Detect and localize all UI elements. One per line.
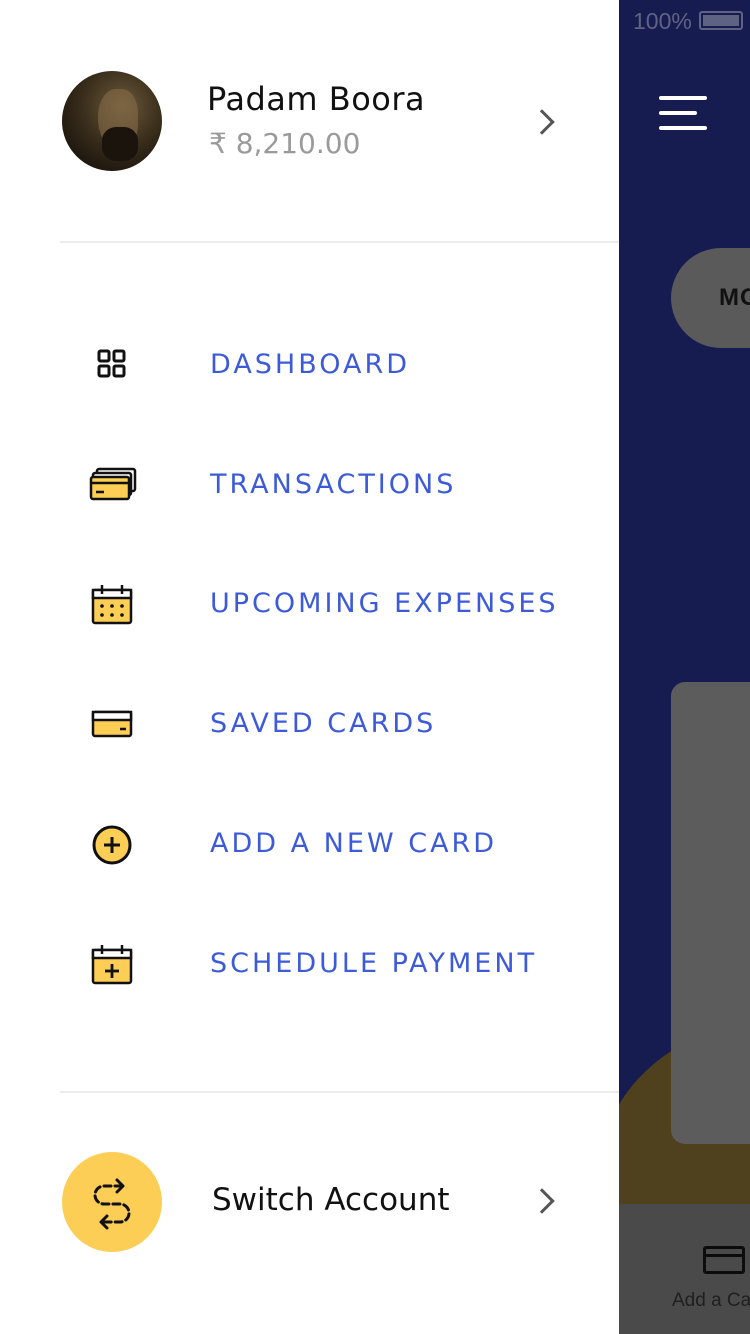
menu-item-transactions[interactable]: TRANSACTIONS (0, 436, 619, 536)
calendar-plus-icon (91, 945, 133, 985)
background-pill-label: MO (719, 284, 750, 311)
profile-header[interactable]: Padam Boora ₹ 8,210.00 (0, 40, 619, 200)
card-icon (703, 1246, 745, 1274)
menu-item-dashboard[interactable]: DASHBOARD (0, 316, 619, 416)
profile-name: Padam Boora (207, 80, 426, 118)
cards-stack-icon (89, 467, 137, 501)
menu-label-schedule-payment: SCHEDULE PAYMENT (210, 948, 538, 979)
menu-item-schedule-payment[interactable]: SCHEDULE PAYMENT (0, 915, 619, 1015)
plus-circle-icon (92, 825, 132, 865)
menu-label-saved-cards: SAVED CARDS (210, 708, 437, 739)
chevron-right-icon (529, 1188, 555, 1214)
battery-percent: 100% (633, 8, 692, 34)
menu-label-upcoming-expenses: UPCOMING EXPENSES (210, 588, 559, 619)
background-pill-button: MO (671, 248, 750, 348)
chevron-right-icon (529, 109, 555, 135)
avatar (62, 71, 162, 171)
menu-label-add-new-card: ADD A NEW CARD (210, 828, 498, 859)
menu-item-upcoming-expenses[interactable]: UPCOMING EXPENSES (0, 555, 619, 655)
calendar-icon (91, 585, 133, 625)
background-card (671, 682, 750, 1144)
dashboard-grid-icon (97, 349, 126, 378)
menu-item-add-new-card[interactable]: ADD A NEW CARD (0, 795, 619, 895)
credit-card-icon (91, 710, 133, 738)
divider (60, 1091, 619, 1093)
background-bottom-bar: Add a Ca (619, 1204, 750, 1334)
switch-account-button[interactable]: Switch Account (0, 1150, 619, 1254)
profile-balance: ₹ 8,210.00 (209, 127, 361, 160)
menu-item-saved-cards[interactable]: SAVED CARDS (0, 675, 619, 775)
battery-icon (699, 11, 743, 30)
hamburger-menu-icon[interactable] (659, 96, 709, 134)
switch-account-badge (62, 1152, 162, 1252)
background-app: 100% MO Add a Ca (619, 0, 750, 1334)
bottom-bar-label: Add a Ca (672, 1290, 750, 1311)
switch-account-label: Switch Account (212, 1182, 450, 1218)
menu-label-transactions: TRANSACTIONS (210, 469, 457, 500)
menu-label-dashboard: DASHBOARD (210, 349, 411, 380)
switch-arrows-icon (93, 1178, 131, 1230)
divider (60, 241, 619, 243)
navigation-drawer: Padam Boora ₹ 8,210.00 DASHBOARD TRANSAC… (0, 0, 619, 1334)
